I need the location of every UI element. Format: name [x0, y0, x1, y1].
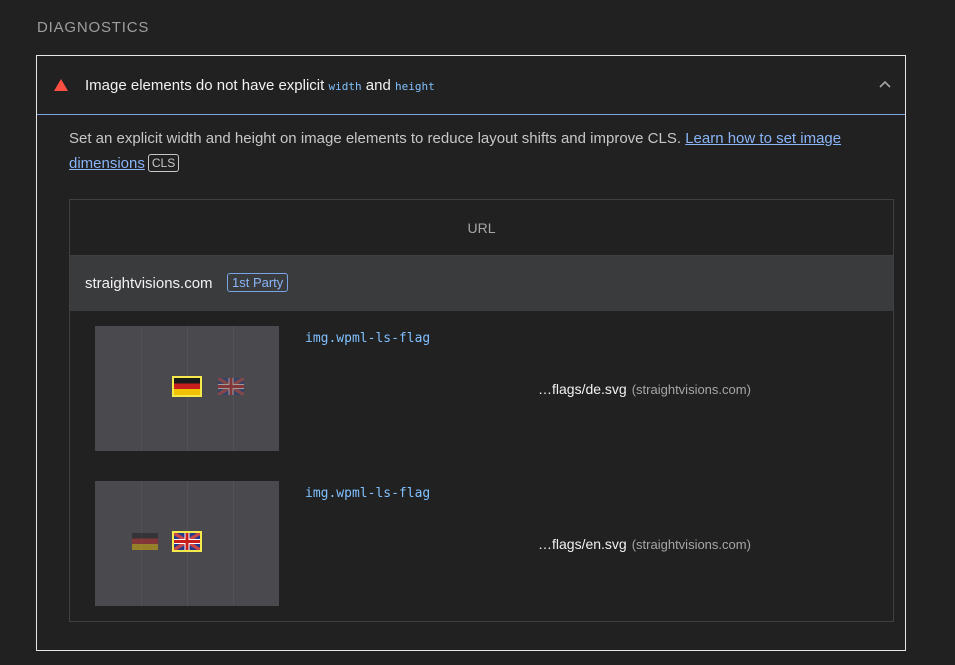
audit-title-prefix: Image elements do not have explicit	[85, 77, 325, 94]
column-header-url: URL	[70, 200, 893, 256]
element-screenshot-thumbnail[interactable]	[95, 481, 279, 606]
table-row: img.wpml-ls-flag …flags/de.svg (straightv…	[70, 311, 893, 466]
node-selector[interactable]: img.wpml-ls-flag	[305, 331, 430, 346]
audit-panel: Image elements do not have explicit widt…	[36, 55, 906, 651]
node-selector[interactable]: img.wpml-ls-flag	[305, 486, 430, 501]
chevron-up-icon[interactable]	[878, 78, 892, 92]
entity-group-row: straightvisions.com 1st Party	[70, 256, 893, 311]
code-height: height	[394, 80, 435, 93]
first-party-badge: 1st Party	[227, 273, 289, 292]
german-flag-icon	[172, 376, 202, 397]
code-width: width	[328, 80, 362, 93]
table-row: img.wpml-ls-flag …flags/en.svg (straightv…	[70, 466, 893, 621]
section-title: DIAGNOSTICS	[37, 19, 150, 36]
url-origin: (straightvisions.com)	[631, 382, 751, 397]
audit-title: Image elements do not have explicit widt…	[85, 77, 435, 94]
resource-url[interactable]: …flags/en.svg (straightvisions.com)	[538, 536, 751, 552]
element-screenshot-thumbnail[interactable]	[95, 326, 279, 451]
url-path: …flags/de.svg	[538, 381, 627, 397]
german-flag-icon	[132, 533, 158, 550]
url-origin: (straightvisions.com)	[631, 537, 751, 552]
audit-title-and: and	[365, 77, 391, 94]
url-path: …flags/en.svg	[538, 536, 627, 552]
audit-description: Set an explicit width and height on imag…	[69, 126, 869, 176]
audit-header[interactable]: Image elements do not have explicit widt…	[37, 56, 905, 115]
entity-name: straightvisions.com	[85, 275, 213, 292]
uk-flag-icon	[218, 378, 244, 395]
resource-url[interactable]: …flags/de.svg (straightvisions.com)	[538, 381, 751, 397]
fail-triangle-icon	[54, 79, 68, 91]
metric-tag-cls: CLS	[147, 154, 180, 172]
details-table: URL straightvisions.com 1st Party img.wp…	[69, 199, 894, 622]
description-text: Set an explicit width and height on imag…	[69, 130, 682, 147]
uk-flag-icon	[172, 531, 202, 552]
